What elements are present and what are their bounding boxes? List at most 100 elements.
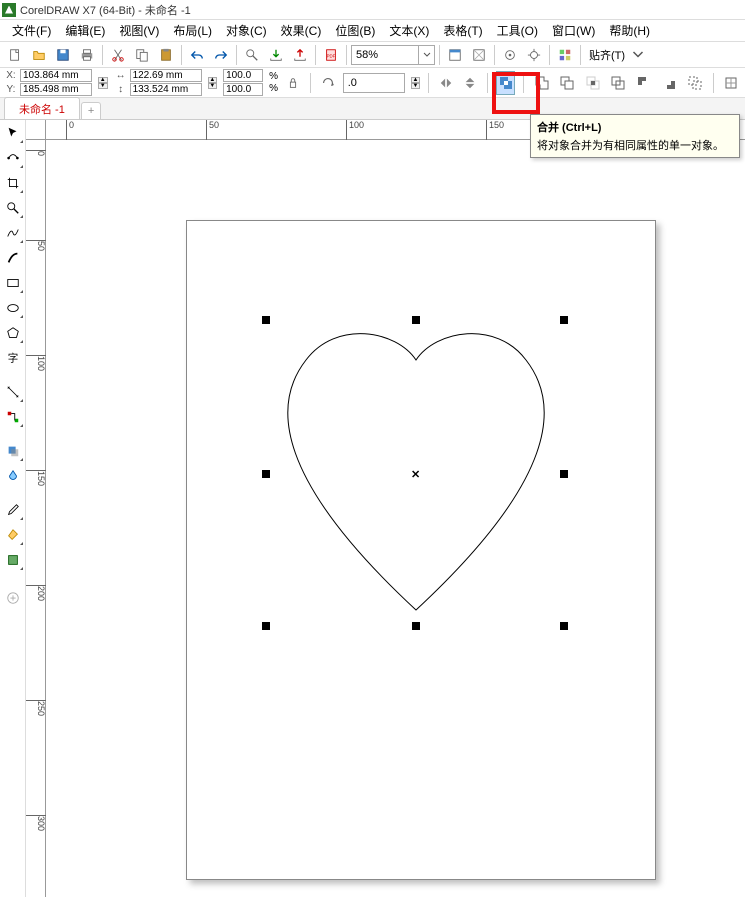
- zoom-tool[interactable]: [2, 197, 24, 219]
- snap-dropdown-icon[interactable]: [631, 44, 645, 66]
- smart-fill-tool[interactable]: [2, 549, 24, 571]
- new-button[interactable]: [4, 44, 26, 66]
- ruler-v-tick: 300: [26, 815, 46, 831]
- heart-shape[interactable]: [266, 320, 566, 650]
- zoom-input[interactable]: [351, 45, 419, 65]
- selection-handle-sw[interactable]: [262, 622, 270, 630]
- separator: [315, 45, 316, 65]
- quick-customize-button[interactable]: [2, 587, 24, 609]
- shape-tool[interactable]: [2, 147, 24, 169]
- menu-view[interactable]: 视图(V): [113, 20, 165, 41]
- menu-tools[interactable]: 工具(O): [491, 20, 544, 41]
- ruler-origin[interactable]: [26, 120, 46, 140]
- ruler-vertical[interactable]: 0 50 100 150 200 250 300: [26, 140, 46, 897]
- fullscreen-button[interactable]: [444, 44, 466, 66]
- mirror-h-button[interactable]: [437, 72, 455, 94]
- align-button[interactable]: [722, 71, 742, 95]
- scale-y-input[interactable]: [223, 83, 263, 96]
- cut-button[interactable]: [107, 44, 129, 66]
- menu-file[interactable]: 文件(F): [6, 20, 57, 41]
- y-input[interactable]: [20, 83, 92, 96]
- parallel-dimension-tool[interactable]: [2, 381, 24, 403]
- size-spinner[interactable]: ▲▼: [208, 77, 218, 89]
- app-launcher-button[interactable]: [554, 44, 576, 66]
- selection-handle-e[interactable]: [560, 470, 568, 478]
- zoom-combo[interactable]: [351, 45, 435, 65]
- x-input[interactable]: [20, 69, 92, 82]
- lock-ratio-button[interactable]: [284, 72, 302, 94]
- weld-button[interactable]: [532, 71, 552, 95]
- menu-edit[interactable]: 编辑(E): [59, 20, 111, 41]
- selection-handle-n[interactable]: [412, 316, 420, 324]
- polygon-tool[interactable]: [2, 322, 24, 344]
- app-logo-icon: [2, 3, 16, 17]
- height-input[interactable]: [130, 83, 202, 96]
- pos-spinner[interactable]: ▲▼: [98, 77, 108, 89]
- menu-effects[interactable]: 效果(C): [275, 20, 328, 41]
- intersect-button[interactable]: [583, 71, 603, 95]
- search-button[interactable]: [241, 44, 263, 66]
- rectangle-tool[interactable]: [2, 272, 24, 294]
- ruler-v-tick: 200: [26, 585, 46, 601]
- selection-handle-w[interactable]: [262, 470, 270, 478]
- front-minus-back-button[interactable]: [634, 71, 654, 95]
- ruler-h-tick: 50: [206, 120, 219, 140]
- selection-handle-nw[interactable]: [262, 316, 270, 324]
- menu-text[interactable]: 文本(X): [383, 20, 435, 41]
- print-button[interactable]: [76, 44, 98, 66]
- paste-button[interactable]: [155, 44, 177, 66]
- snap-to-label[interactable]: 贴齐(T): [585, 47, 629, 63]
- artistic-media-tool[interactable]: [2, 247, 24, 269]
- zoom-dropdown-icon[interactable]: [419, 45, 435, 65]
- undo-button[interactable]: [186, 44, 208, 66]
- canvas-area[interactable]: 0 50 100 150 0 50 100 150 200 250 300 ✕: [26, 120, 745, 897]
- selection-handle-se[interactable]: [560, 622, 568, 630]
- pick-tool[interactable]: [2, 122, 24, 144]
- copy-button[interactable]: [131, 44, 153, 66]
- export-button[interactable]: [289, 44, 311, 66]
- doc-tab-add[interactable]: +: [81, 102, 101, 119]
- menu-help[interactable]: 帮助(H): [603, 20, 656, 41]
- import-button[interactable]: [265, 44, 287, 66]
- ellipse-tool[interactable]: [2, 297, 24, 319]
- rotation-input[interactable]: [343, 73, 405, 93]
- transparency-tool[interactable]: [2, 465, 24, 487]
- show-rulers-button[interactable]: [468, 44, 490, 66]
- publish-pdf-button[interactable]: PDF: [320, 44, 342, 66]
- width-input[interactable]: [130, 69, 202, 82]
- menu-bitmap[interactable]: 位图(B): [329, 20, 381, 41]
- simplify-button[interactable]: [609, 71, 629, 95]
- back-minus-front-button[interactable]: [660, 71, 680, 95]
- menu-table[interactable]: 表格(T): [437, 20, 488, 41]
- combine-button[interactable]: [496, 71, 516, 95]
- text-tool[interactable]: 字: [2, 347, 24, 369]
- mirror-v-button[interactable]: [461, 72, 479, 94]
- trim-button[interactable]: [558, 71, 578, 95]
- doc-tab-active[interactable]: 未命名 -1: [4, 97, 80, 119]
- snap-button[interactable]: [499, 44, 521, 66]
- selection-handle-s[interactable]: [412, 622, 420, 630]
- connector-tool[interactable]: [2, 406, 24, 428]
- open-button[interactable]: [28, 44, 50, 66]
- color-eyedropper-tool[interactable]: [2, 499, 24, 521]
- selection-handle-ne[interactable]: [560, 316, 568, 324]
- boundary-button[interactable]: [685, 71, 705, 95]
- scale-x-input[interactable]: [223, 69, 263, 82]
- save-button[interactable]: [52, 44, 74, 66]
- menu-object[interactable]: 对象(C): [220, 20, 273, 41]
- selection-center-icon[interactable]: ✕: [411, 468, 420, 481]
- position-block: X: Y:: [4, 69, 92, 96]
- drop-shadow-tool[interactable]: [2, 440, 24, 462]
- redo-button[interactable]: [210, 44, 232, 66]
- rotation-spinner[interactable]: ▲▼: [411, 77, 421, 89]
- interactive-fill-tool[interactable]: [2, 524, 24, 546]
- options-button[interactable]: [523, 44, 545, 66]
- menu-window[interactable]: 窗口(W): [546, 20, 601, 41]
- crop-tool[interactable]: [2, 172, 24, 194]
- ruler-v-tick: 150: [26, 470, 46, 486]
- svg-text:字: 字: [7, 352, 18, 365]
- ruler-v-tick: 0: [26, 150, 46, 156]
- freehand-tool[interactable]: [2, 222, 24, 244]
- separator: [428, 73, 429, 93]
- menu-layout[interactable]: 布局(L): [167, 20, 218, 41]
